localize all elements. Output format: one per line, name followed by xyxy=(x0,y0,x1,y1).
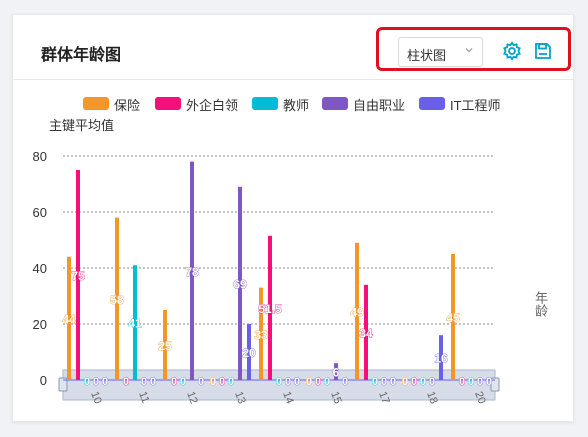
x-tick-label: 18 xyxy=(424,390,439,406)
bar-value-label: 78 xyxy=(185,265,199,279)
y-tick-label: 80 xyxy=(33,149,47,164)
bar-value-label: 0 xyxy=(486,376,492,388)
bar-value-label: 0 xyxy=(210,376,216,388)
x-tick-label: 20 xyxy=(472,390,487,406)
x-tick-label: 10 xyxy=(88,390,103,406)
bar-value-label: 16 xyxy=(434,352,448,366)
bar-value-label: 0 xyxy=(306,376,312,388)
bar-value-label: 0 xyxy=(324,376,330,388)
bar-value-label: 0 xyxy=(102,376,108,388)
bar-value-label: 20 xyxy=(242,346,256,360)
bar-value-label: 0 xyxy=(381,376,387,388)
x-tick-label: 14 xyxy=(280,390,295,406)
x-tick-label: 12 xyxy=(184,390,199,406)
bar-value-label: 75 xyxy=(71,269,85,283)
bar-value-label: 0 xyxy=(420,376,426,388)
bar-value-label: 0 xyxy=(429,376,435,388)
chart-panel: 群体年龄图 柱状图 保险 外企白领 教师 自由职业 IT工程师 主键平均值 年龄… xyxy=(12,14,574,422)
bar-value-label: 44 xyxy=(62,312,76,326)
bar-value-label: 0 xyxy=(342,376,348,388)
x-tick-label: 17 xyxy=(376,390,391,406)
bar-value-label: 0 xyxy=(315,376,321,388)
bar-value-label: 0 xyxy=(459,376,465,388)
bar-value-label: 0 xyxy=(477,376,483,388)
x-tick-label: 13 xyxy=(232,390,247,406)
bar-value-label: 6 xyxy=(333,366,340,380)
y-tick-label: 40 xyxy=(33,261,47,276)
bar-value-label: 34 xyxy=(359,326,373,340)
x-tick-label: 15 xyxy=(328,390,343,406)
bar-value-label: 0 xyxy=(276,376,282,388)
bar-value-label: 45 xyxy=(446,311,460,325)
bar-value-label: 0 xyxy=(468,376,474,388)
bar-value-label: 0 xyxy=(141,376,147,388)
bar-value-label: 33 xyxy=(254,328,268,342)
bar-value-label: 0 xyxy=(219,376,225,388)
bar-value-label: 0 xyxy=(93,376,99,388)
bar-value-label: 0 xyxy=(123,376,129,388)
y-tick-label: 0 xyxy=(40,373,47,388)
bar-value-label: 0 xyxy=(180,376,186,388)
y-tick-label: 60 xyxy=(33,205,47,220)
bar-value-label: 25 xyxy=(158,339,172,353)
bar-value-label: 0 xyxy=(171,376,177,388)
bar-value-label: 69 xyxy=(233,277,247,291)
bar-value-label: 0 xyxy=(294,376,300,388)
bar-value-label: 0 xyxy=(285,376,291,388)
bar-chart: 02040608044750 0 010580410 011250 0780120 0 06… xyxy=(33,149,500,406)
bar-value-label: 0 xyxy=(372,376,378,388)
bar-value-label: 49 xyxy=(350,305,364,319)
y-tick-label: 20 xyxy=(33,317,47,332)
bar-value-label: 41 xyxy=(128,317,142,331)
bar-value-label: 51.5 xyxy=(258,302,282,316)
bar-value-label: 58 xyxy=(110,293,124,307)
bar-value-label: 0 xyxy=(402,376,408,388)
bar-value-label: 0 xyxy=(228,376,234,388)
bar-value-label: 0 xyxy=(390,376,396,388)
bar-value-label: 0 xyxy=(198,376,204,388)
bar-value-label: 0 xyxy=(411,376,417,388)
bar-value-label: 0 xyxy=(84,376,90,388)
bar-value-label: 0 xyxy=(150,376,156,388)
